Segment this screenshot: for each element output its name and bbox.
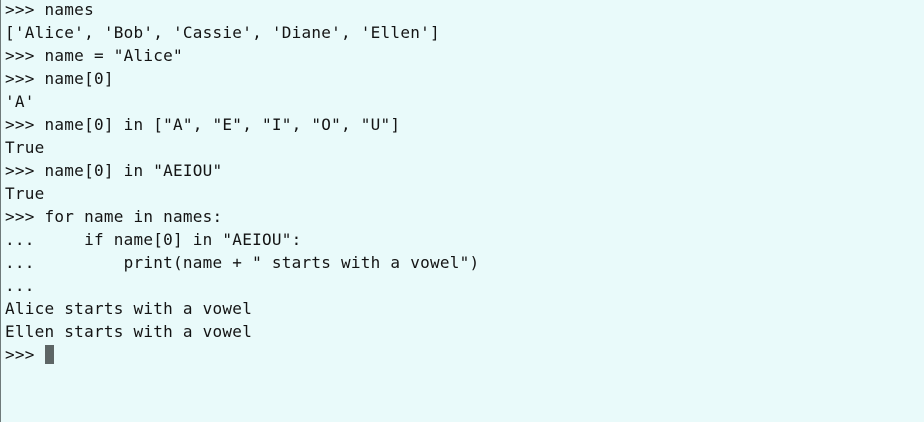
terminal-line: Ellen starts with a vowel <box>5 322 253 341</box>
text-cursor[interactable] <box>44 345 54 364</box>
terminal-line: 'A' <box>5 92 35 111</box>
terminal-line: ... <box>5 276 35 295</box>
terminal-line: Alice starts with a vowel <box>5 299 253 318</box>
terminal-line: ['Alice', 'Bob', 'Cassie', 'Diane', 'Ell… <box>5 23 440 42</box>
python-terminal[interactable]: >>> names ['Alice', 'Bob', 'Cassie', 'Di… <box>0 0 924 422</box>
terminal-line: ... print(name + " starts with a vowel") <box>5 253 480 272</box>
prompt: >>> <box>5 345 45 364</box>
terminal-line: >>> name[0] in "AEIOU" <box>5 161 223 180</box>
terminal-line: >>> for name in names: <box>5 207 223 226</box>
terminal-line: ... if name[0] in "AEIOU": <box>5 230 302 249</box>
terminal-line: True <box>5 184 45 203</box>
input-line[interactable]: >>> <box>5 345 924 368</box>
terminal-line: >>> name = "Alice" <box>5 46 183 65</box>
terminal-line: >>> name[0] in ["A", "E", "I", "O", "U"] <box>5 115 401 134</box>
terminal-line: True <box>5 138 45 157</box>
terminal-line: >>> name[0] <box>5 69 114 88</box>
terminal-line: >>> names <box>5 0 94 19</box>
